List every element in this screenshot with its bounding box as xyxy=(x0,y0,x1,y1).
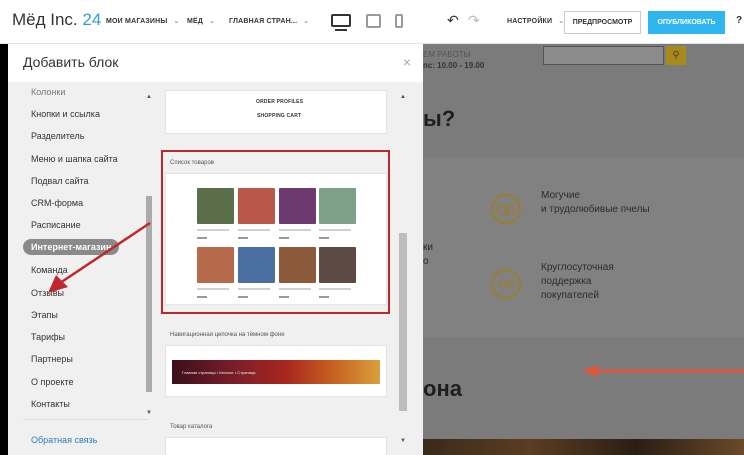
redo-icon[interactable]: ↷ xyxy=(468,12,480,29)
category-item[interactable]: Разделитель xyxy=(31,131,84,141)
preview-button[interactable]: ПРЕДПРОСМОТР xyxy=(564,11,641,34)
tablet-view-icon[interactable] xyxy=(366,14,381,28)
chevron-down-icon: ⌄ xyxy=(173,18,180,25)
section-heading: ы? xyxy=(423,106,456,131)
block-preview-list[interactable]: ORDER PROFILES SHOPPING CART Список това… xyxy=(153,82,423,455)
working-hours: пс: 10.00 - 19.00 xyxy=(423,61,485,70)
block-card-catalog-item[interactable] xyxy=(165,437,387,455)
site-preview: ЕМ РАБОТЫ пс: 10.00 - 19.00 ⚲ ы? ки о Мо… xyxy=(423,44,744,455)
block-caption: Товар каталога xyxy=(170,424,213,430)
order-profiles-label: ORDER PROFILES xyxy=(256,99,304,105)
site-search-input xyxy=(543,46,664,65)
nav-page[interactable]: ГЛАВНАЯ СТРАН... ⌄ xyxy=(229,17,309,25)
nav-store[interactable]: МЁД ⌄ xyxy=(187,17,215,25)
breadcrumb-preview: Главная страница • Каталог • Страница xyxy=(172,360,380,384)
scroll-up-icon[interactable]: ▲ xyxy=(146,94,152,100)
panel-header: Добавить блок × xyxy=(8,44,423,82)
feature-left-fragment: ки о xyxy=(423,241,433,269)
category-item[interactable]: Тарифы xyxy=(31,332,65,342)
scroll-down-icon[interactable]: ▼ xyxy=(400,438,406,444)
feature-support-text: Круглосуточная поддержка покупателей xyxy=(541,261,614,303)
search-icon: ⚲ xyxy=(666,46,686,65)
category-item[interactable]: Партнеры xyxy=(31,354,73,364)
category-item[interactable]: Меню и шапка сайта xyxy=(31,154,118,164)
selected-block-highlight xyxy=(161,150,390,314)
category-item[interactable]: Кнопки и ссылка xyxy=(31,109,100,119)
publish-button[interactable]: ОПУБЛИКОВАТЬ xyxy=(648,11,725,34)
feature-left-line: ки xyxy=(423,242,433,253)
features-band: ки о Могучие и трудолюбивые пчелы 24|7 К… xyxy=(423,157,744,337)
footer-image xyxy=(423,439,744,455)
24-7-icon: 24|7 xyxy=(491,269,521,299)
feature-line: покупателей xyxy=(541,290,599,301)
settings-label: НАСТРОЙКИ xyxy=(507,18,553,25)
add-block-panel: Добавить блок × Колонки Кнопки и ссылка … xyxy=(8,44,423,455)
bee-icon xyxy=(491,194,521,224)
feature-bees-text: Могучие и трудолюбивые пчелы xyxy=(541,189,650,217)
site-logo[interactable]: Мёд Inc. 24 xyxy=(12,10,101,30)
category-item[interactable]: О проекте xyxy=(31,377,73,387)
scrollbar-thumb[interactable] xyxy=(399,233,407,411)
scroll-down-icon[interactable]: ▼ xyxy=(146,410,152,416)
shopping-cart-label: SHOPPING CART xyxy=(257,113,302,119)
logo-number: 24 xyxy=(82,10,102,29)
panel-title: Добавить блок xyxy=(23,54,119,70)
help-icon[interactable]: ? xyxy=(736,15,742,26)
nav-page-label: ГЛАВНАЯ СТРАН... xyxy=(229,18,298,25)
close-icon[interactable]: × xyxy=(403,54,411,70)
block-card-breadcrumb[interactable]: Главная страница • Каталог • Страница xyxy=(165,345,387,397)
scroll-up-icon[interactable]: ▲ xyxy=(400,94,406,100)
mobile-view-icon[interactable] xyxy=(395,14,403,28)
feature-line: и трудолюбивые пчелы xyxy=(541,204,650,215)
logo-name: Мёд Inc. xyxy=(12,10,78,29)
category-item[interactable]: Этапы xyxy=(31,310,58,320)
top-toolbar: Мёд Inc. 24 МОИ МАГАЗИНЫ ⌄ МЁД ⌄ ГЛАВНАЯ С… xyxy=(0,0,744,44)
nav-store-label: МЁД xyxy=(187,18,204,25)
nav-my-stores-label: МОИ МАГАЗИНЫ xyxy=(106,18,168,25)
annotation-arrow-icon xyxy=(48,221,151,293)
feature-line: Круглосуточная xyxy=(541,262,614,273)
working-hours-label: ЕМ РАБОТЫ xyxy=(423,50,471,59)
feature-left-line: о xyxy=(423,256,429,267)
undo-icon[interactable]: ↶ xyxy=(447,12,459,29)
category-item[interactable]: Подвал сайта xyxy=(31,176,89,186)
feedback-link[interactable]: Обратная связь xyxy=(31,435,97,445)
desktop-stand xyxy=(335,29,347,31)
block-card-order[interactable]: ORDER PROFILES SHOPPING CART xyxy=(165,90,387,134)
category-item[interactable]: CRM-форма xyxy=(31,198,83,208)
nav-my-stores[interactable]: МОИ МАГАЗИНЫ ⌄ xyxy=(106,17,180,25)
block-caption: Навигационная цепочка на тёмном фоне xyxy=(170,332,285,338)
section-heading: она xyxy=(423,376,462,401)
desktop-view-icon[interactable] xyxy=(331,14,351,27)
preview-scrollbar[interactable]: ▲ ▼ xyxy=(398,90,408,448)
feature-line: поддержка xyxy=(541,276,592,287)
divider xyxy=(23,419,148,420)
feature-line: Могучие xyxy=(541,190,581,201)
chevron-down-icon: ⌄ xyxy=(209,18,216,25)
chevron-down-icon: ⌄ xyxy=(303,18,310,25)
breadcrumb-preview-text: Главная страница • Каталог • Страница xyxy=(182,370,256,375)
settings-menu[interactable]: НАСТРОЙКИ ⌄ xyxy=(507,17,564,25)
category-item[interactable]: Колонки xyxy=(31,87,65,97)
category-item[interactable]: Контакты xyxy=(31,399,70,409)
annotation-arrow-icon xyxy=(582,365,744,377)
